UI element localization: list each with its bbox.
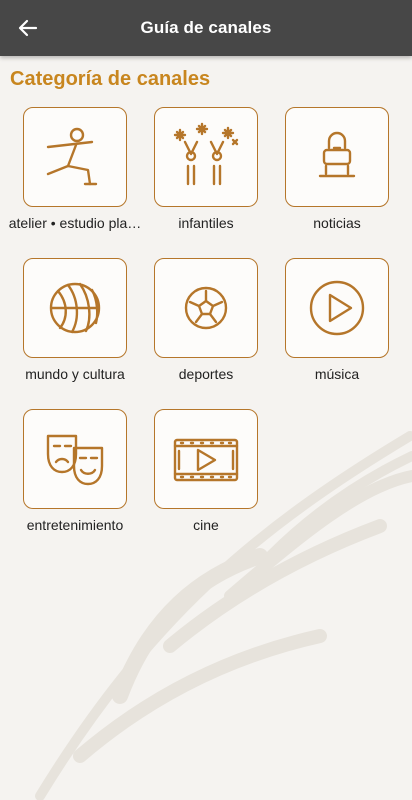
- category-label: música: [314, 366, 360, 382]
- category-icon-box: [285, 258, 389, 358]
- category-tile-mundo-y-cultura[interactable]: mundo y cultura: [2, 258, 139, 388]
- globe-icon: [49, 282, 101, 334]
- category-tile-cine[interactable]: cine: [133, 409, 270, 539]
- category-icon-box: [154, 409, 258, 509]
- play-circle-icon: [309, 280, 365, 336]
- category-tile-musica[interactable]: música: [264, 258, 401, 388]
- kids-celebration-icon: [173, 122, 239, 186]
- news-anchor-icon: [318, 131, 356, 178]
- category-tile-noticias[interactable]: noticias: [264, 107, 401, 237]
- category-label: noticias: [313, 215, 361, 231]
- category-tile-deportes[interactable]: deportes: [133, 258, 270, 388]
- category-icon-box: [285, 107, 389, 207]
- category-tile-infantiles[interactable]: infantiles: [133, 107, 270, 237]
- category-label: entretenimiento: [26, 517, 124, 533]
- app-bar: Guía de canales: [0, 0, 412, 56]
- theater-masks-icon: [46, 434, 104, 486]
- category-icon-box: [23, 409, 127, 509]
- category-tile-entretenimiento[interactable]: entretenimiento: [2, 409, 139, 539]
- category-label: infantiles: [178, 215, 234, 231]
- section-title: Categoría de canales: [10, 68, 211, 90]
- category-label: deportes: [178, 366, 234, 382]
- category-label: cine: [193, 517, 219, 533]
- category-label: mundo y cultura: [25, 366, 125, 382]
- category-icon-box: [154, 107, 258, 207]
- page-title: Guía de canales: [140, 18, 272, 37]
- category-icon-box: [23, 258, 127, 358]
- category-icon-box: [154, 258, 258, 358]
- yoga-pose-icon: [46, 127, 98, 186]
- category-icon-box: [23, 107, 127, 207]
- film-strip-icon: [173, 438, 239, 482]
- soccer-ball-icon: [184, 286, 228, 330]
- category-tile-atelier[interactable]: atelier • estudio pla…: [2, 107, 141, 237]
- category-label: atelier • estudio pla…: [8, 215, 142, 231]
